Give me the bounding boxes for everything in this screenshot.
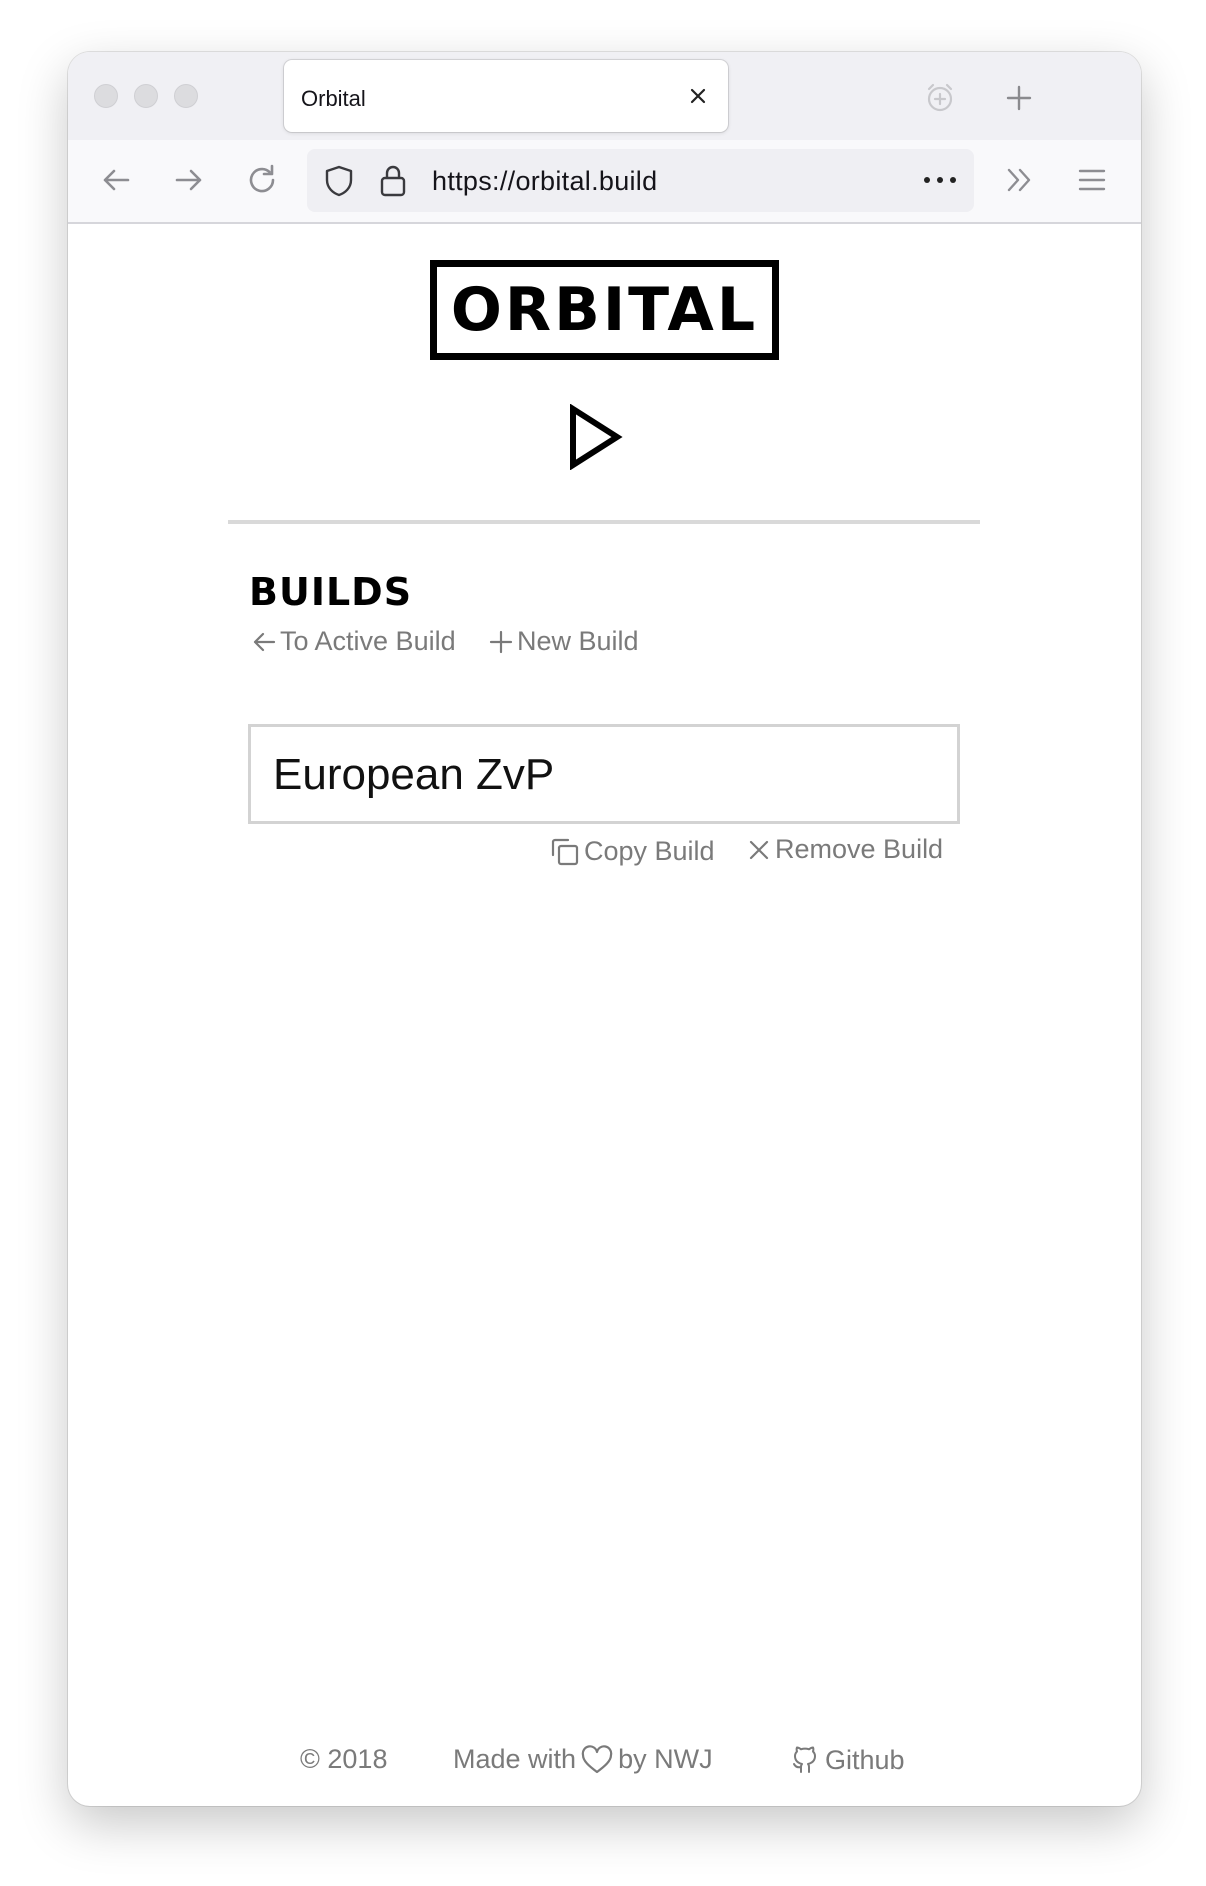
- zoom-window-button[interactable]: [174, 84, 198, 108]
- close-window-button[interactable]: [94, 84, 118, 108]
- build-item[interactable]: European ZvP: [248, 724, 960, 824]
- alarm-icon[interactable]: [924, 82, 956, 114]
- builds-heading: BUILDS: [249, 570, 413, 614]
- close-tab-icon[interactable]: [684, 82, 712, 110]
- copy-build-label: Copy Build: [584, 835, 715, 866]
- new-tab-icon[interactable]: [1003, 82, 1035, 114]
- remove-build-button[interactable]: Remove Build: [745, 834, 943, 865]
- tab-orbital[interactable]: Orbital: [284, 60, 728, 132]
- to-active-build-label: To Active Build: [280, 626, 456, 656]
- divider: [228, 520, 980, 524]
- navigation-bar: https://orbital.build: [68, 140, 1141, 224]
- tab-strip: Orbital: [68, 52, 1141, 140]
- more-options-icon[interactable]: [922, 170, 958, 190]
- heart-icon: [581, 1744, 613, 1773]
- plus-icon: [489, 630, 513, 653]
- shield-icon[interactable]: [321, 163, 357, 199]
- lock-icon[interactable]: [377, 163, 409, 199]
- back-icon[interactable]: [96, 160, 136, 200]
- play-icon[interactable]: [567, 404, 623, 470]
- page-content: ORBITAL BUILDS To Active Build New Build…: [68, 224, 1141, 1806]
- orbital-logo: ORBITAL: [430, 260, 779, 360]
- url-text[interactable]: https://orbital.build: [432, 166, 657, 197]
- copy-build-button[interactable]: Copy Build: [548, 834, 715, 868]
- build-name: European ZvP: [273, 750, 555, 799]
- tab-title: Orbital: [301, 86, 366, 111]
- footer-made-with: Made with by NWJ: [453, 1744, 713, 1775]
- github-link[interactable]: Github: [789, 1744, 905, 1776]
- copy-icon: [551, 838, 579, 866]
- close-icon: [749, 840, 769, 859]
- reload-icon[interactable]: [242, 160, 282, 200]
- new-build-label: New Build: [517, 626, 639, 656]
- arrow-left-icon: [253, 632, 276, 651]
- made-with-label: Made with: [453, 1744, 577, 1774]
- overflow-chevron-icon[interactable]: [1000, 160, 1040, 200]
- github-icon: [793, 1746, 816, 1773]
- new-build-link[interactable]: New Build: [487, 626, 639, 657]
- to-active-build-link[interactable]: To Active Build: [250, 626, 456, 657]
- menu-icon[interactable]: [1072, 160, 1112, 200]
- by-author-label: by NWJ: [618, 1744, 713, 1774]
- minimize-window-button[interactable]: [134, 84, 158, 108]
- remove-build-label: Remove Build: [775, 834, 944, 864]
- forward-icon[interactable]: [169, 160, 209, 200]
- browser-window: Orbital https://orbital.build ORBITAL BU…: [68, 52, 1141, 1806]
- github-label: Github: [825, 1744, 905, 1775]
- address-bar[interactable]: https://orbital.build: [307, 149, 974, 212]
- footer-copyright: © 2018: [300, 1744, 388, 1774]
